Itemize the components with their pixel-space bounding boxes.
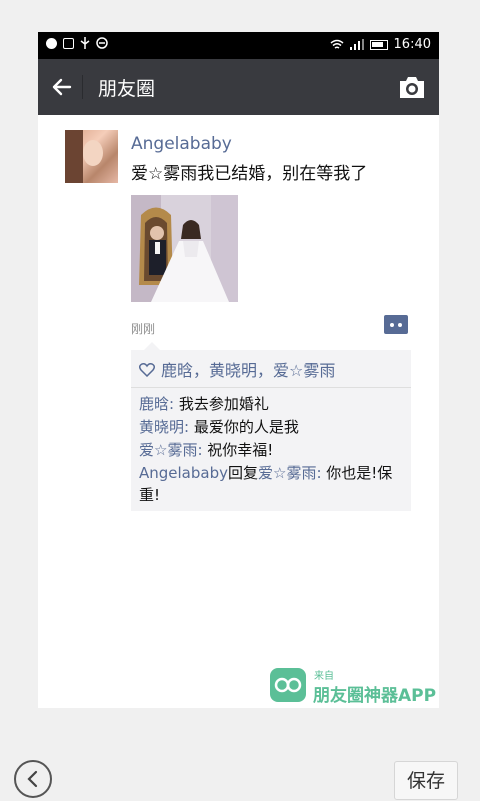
page-title: 朋友圈 [98,78,156,100]
save-button[interactable]: 保存 [394,761,458,800]
apps-icon [63,37,74,49]
comment-author[interactable]: 鹿晗 [139,395,169,413]
post-photo[interactable] [131,195,238,302]
signal-icon [349,39,364,50]
reply-item[interactable]: Angelababy回复爱☆雾雨: 你也是!保重! [139,462,403,506]
post-text: 爱☆雾雨我已结婚，别在等我了 [131,164,368,184]
comment-item[interactable]: 黄晓明: 最爱你的人是我 [139,416,403,438]
watermark-app-name: 朋友圈神器APP [313,686,437,706]
status-time: 16:40 [393,37,431,52]
comment-author[interactable]: 爱☆雾雨 [139,441,197,459]
reply-to[interactable]: 爱☆雾雨 [258,464,316,482]
likes-names[interactable]: 鹿晗，黄晓明，爱☆雾雨 [161,357,335,381]
comment-text: 最爱你的人是我 [193,418,299,436]
battery-icon [369,39,388,50]
post-username[interactable]: Angelababy [131,134,232,154]
comment-text: 我去参加婚礼 [178,395,269,413]
comments-list: 鹿晗: 我去参加婚礼 黄晓明: 最爱你的人是我 爱☆雾雨: 祝你幸福! Ange… [131,388,411,511]
comment-author[interactable]: 黄晓明 [139,418,184,436]
usb-icon [80,37,90,49]
post-timestamp: 刚刚 [131,322,156,336]
wifi-icon [330,39,344,49]
comment-separator: : [197,441,208,459]
nav-divider [82,75,83,99]
status-bar: 16:40 [38,32,439,59]
reply-from[interactable]: Angelababy [139,464,228,482]
watermark-from: 来自 [314,671,334,682]
arrow-left-icon[interactable] [50,72,74,102]
wedding-photo-image [131,195,238,302]
phone-screen: 16:40 朋友圈 Angelababy 爱☆雾雨我已结婚，别在等我了 刚刚 鹿… [38,32,439,708]
dot-icon [398,323,402,327]
avatar[interactable] [65,130,118,183]
dnd-icon [96,37,108,49]
likes-comments-box: 鹿晗，黄晓明，爱☆雾雨 鹿晗: 我去参加婚礼 黄晓明: 最爱你的人是我 爱☆雾雨… [131,342,411,511]
status-right-icons: 16:40 [330,37,431,52]
dot-icon [390,323,394,327]
owl-logo-icon [270,668,306,702]
comment-separator: : [184,418,194,436]
reply-separator: : [316,464,327,482]
camera-icon[interactable] [397,73,427,101]
back-button[interactable] [14,760,52,798]
watermark: 来自 朋友圈神器APP [270,666,439,706]
likes-row: 鹿晗，黄晓明，爱☆雾雨 [131,350,411,388]
comment-item[interactable]: 爱☆雾雨: 祝你幸福! [139,439,403,461]
comment-separator: : [169,395,179,413]
status-left-icons [46,37,108,49]
comment-menu-button[interactable] [384,315,408,334]
heart-icon [139,362,155,377]
wechat-icon [46,37,57,49]
chevron-left-icon [27,770,38,788]
nav-bar: 朋友圈 [38,59,439,115]
comment-item[interactable]: 鹿晗: 我去参加婚礼 [139,393,403,415]
comment-text: 祝你幸福! [207,441,274,459]
reply-verb: 回复 [228,464,259,482]
